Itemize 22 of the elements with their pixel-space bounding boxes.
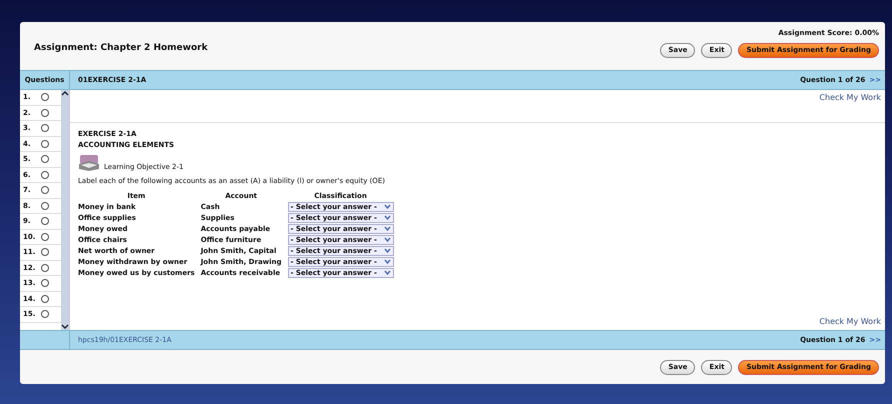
- question-radio[interactable]: [41, 279, 49, 288]
- question-radio[interactable]: [41, 93, 49, 102]
- question-radio[interactable]: [41, 202, 49, 210]
- question-radio[interactable]: [41, 264, 49, 272]
- check-my-work-link[interactable]: Check My Work: [70, 314, 885, 330]
- question-radio[interactable]: [41, 232, 49, 241]
- question-radio[interactable]: [41, 186, 49, 194]
- question-radio[interactable]: [41, 217, 49, 226]
- question-radio[interactable]: [41, 155, 49, 164]
- question-radio[interactable]: [41, 310, 49, 318]
- question-radio[interactable]: [41, 108, 49, 117]
- book-icon: [78, 154, 100, 172]
- scroll-up-icon[interactable]: [61, 90, 69, 97]
- check-my-work-link[interactable]: Check My Work: [70, 90, 885, 122]
- question-radio[interactable]: [41, 248, 49, 256]
- question-radio[interactable]: [41, 140, 49, 148]
- question-radio[interactable]: [41, 124, 49, 132]
- scrollbar[interactable]: [61, 90, 69, 330]
- question-radio[interactable]: [41, 170, 49, 179]
- assignment-title: Assignment: Chapter 2 Homework: [34, 42, 208, 55]
- scroll-down-icon[interactable]: [61, 323, 69, 330]
- question-radio[interactable]: [41, 294, 49, 303]
